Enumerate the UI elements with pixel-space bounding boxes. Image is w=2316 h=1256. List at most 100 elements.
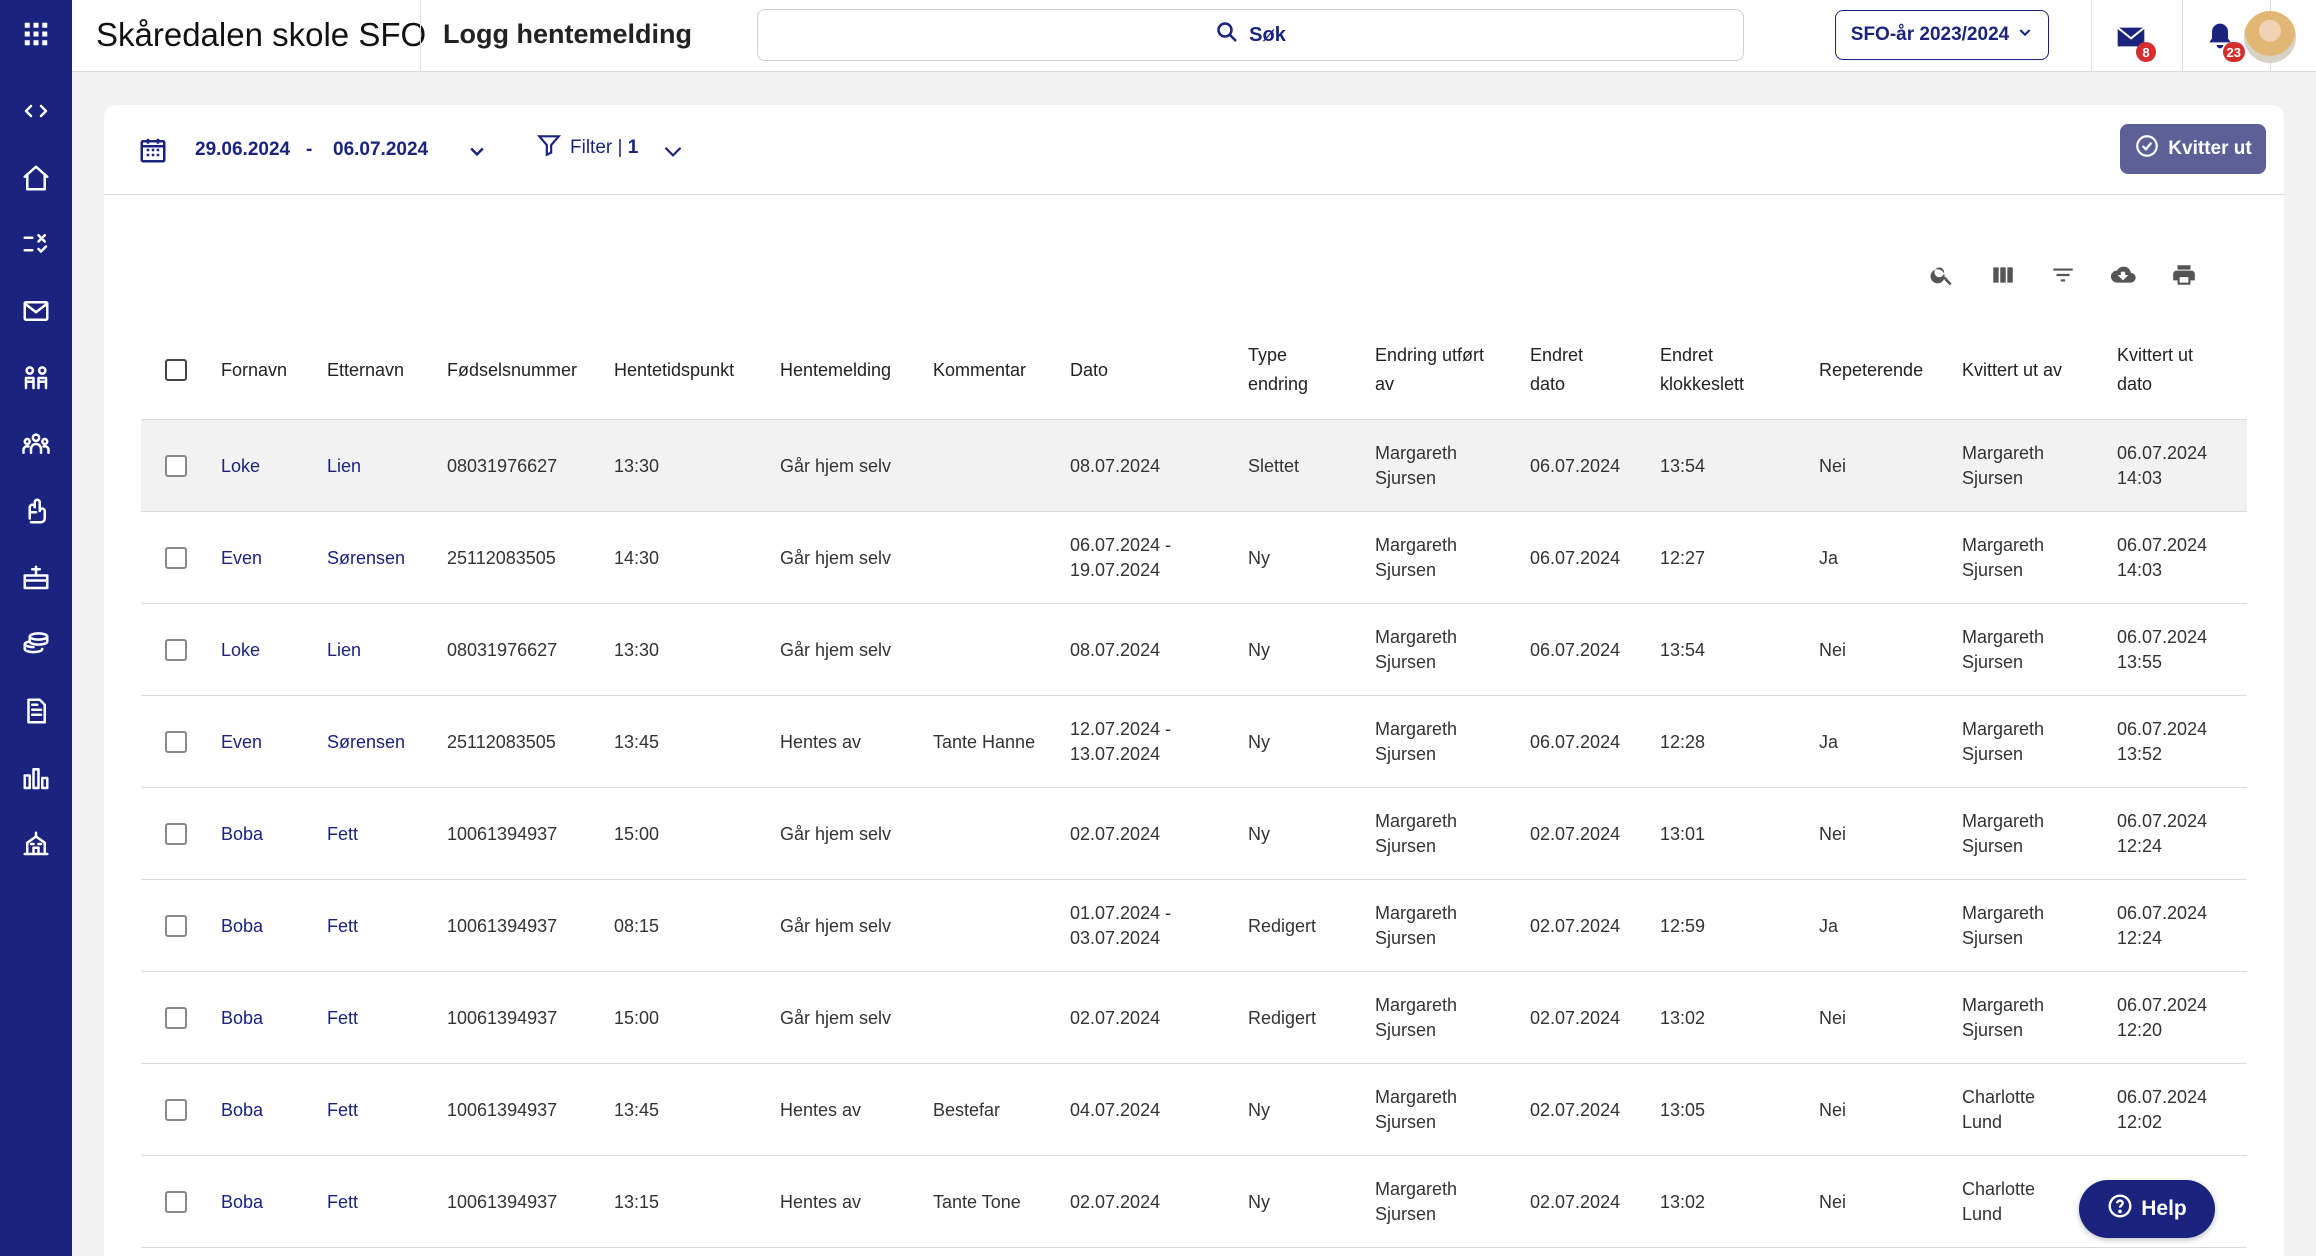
school-icon[interactable] (16, 824, 56, 864)
cell-fornavn[interactable]: Loke (221, 420, 311, 512)
cell-fornavn[interactable]: Boba (221, 1156, 311, 1248)
column-header[interactable]: Etternavn (327, 320, 404, 420)
cell-dato: 08.07.2024 (1070, 455, 1161, 476)
table-row[interactable]: Boba Fett 10061394937 13:45 Hentes av Bestefa… (141, 1064, 2247, 1156)
row-checkbox[interactable] (165, 822, 187, 845)
cell-fornavn[interactable]: Boba (221, 788, 311, 880)
columns-icon[interactable] (1988, 260, 2018, 290)
column-header[interactable]: Kvittert ut dato (2117, 320, 2217, 420)
filter-list-icon[interactable] (2048, 260, 2078, 290)
cell-etternavn[interactable]: Lien (327, 604, 437, 696)
cell-etternavn[interactable]: Sørensen (327, 512, 437, 604)
row-checkbox[interactable] (165, 454, 187, 477)
cell-fornavn[interactable]: Even (221, 696, 311, 788)
checkout-button[interactable]: Kvitter ut (2120, 124, 2266, 174)
messages-button[interactable]: 8 (2110, 16, 2156, 62)
filter-button[interactable]: Filter | 1 (536, 133, 682, 163)
row-checkbox[interactable] (165, 546, 187, 569)
cell-fornavn[interactable]: Loke (221, 604, 311, 696)
cell-fornavn[interactable]: Boba (221, 880, 311, 972)
column-header[interactable]: Endret klokkeslett (1660, 320, 1760, 420)
chevron-down-icon[interactable] (467, 141, 487, 161)
cell-kvittert-dato: 06.07.2024 14:03 (2117, 535, 2208, 580)
cloud-download-icon[interactable] (2108, 260, 2138, 290)
table-row[interactable]: Boba Fett 10061394937 15:00 Går hjem selv 02.… (141, 788, 2247, 880)
cell-etternavn[interactable]: Fett (327, 1156, 437, 1248)
row-checkbox[interactable] (165, 914, 187, 937)
date-to[interactable]: 06.07.2024 (333, 139, 428, 161)
cell-tid: 15:00 (614, 823, 660, 844)
cell-fornavn[interactable]: Boba (221, 1064, 311, 1156)
cell-etternavn[interactable]: Fett (327, 972, 437, 1064)
statistics-icon[interactable] (16, 758, 56, 798)
table-row[interactable]: Even Sørensen 25112083505 14:30 Går hjem sel… (141, 512, 2247, 604)
payment-icon[interactable] (16, 624, 56, 664)
search-icon[interactable] (1927, 260, 1957, 290)
cell-kommentar (933, 972, 1053, 1064)
cell-kvittert-av: Margareth Sjursen (1962, 903, 2045, 948)
help-button[interactable]: Help (2079, 1180, 2215, 1238)
cell-dato: 06.07.2024 - 19.07.2024 (1070, 535, 1172, 580)
row-checkbox[interactable] (165, 730, 187, 753)
document-icon[interactable] (16, 691, 56, 731)
calendar-icon[interactable] (138, 135, 168, 165)
column-header[interactable]: Hentemelding (780, 320, 891, 420)
row-checkbox[interactable] (165, 1098, 187, 1121)
mail-icon[interactable] (16, 291, 56, 331)
cell-etternavn[interactable]: Sørensen (327, 696, 437, 788)
column-header[interactable]: Hentetidspunkt (614, 320, 734, 420)
column-header[interactable]: Fødselsnummer (447, 320, 577, 420)
cell-fornavn[interactable]: Boba (221, 972, 311, 1064)
cell-kvittert-av: Charlotte Lund (1962, 1179, 2036, 1224)
table-row[interactable]: Loke Lien 08031976627 13:30 Går hjem selv 08.… (141, 604, 2247, 696)
avatar[interactable] (2244, 11, 2296, 63)
cell-etternavn[interactable]: Fett (327, 788, 437, 880)
cell-etternavn[interactable]: Fett (327, 880, 437, 972)
date-from[interactable]: 29.06.2024 (195, 139, 290, 161)
cell-dato: 01.07.2024 - 03.07.2024 (1070, 903, 1172, 948)
home-icon[interactable] (16, 158, 56, 198)
table-row[interactable]: Even Sørensen 25112083505 13:45 Hentes av Tan… (141, 696, 2247, 788)
cell-dato: 12.07.2024 - 13.07.2024 (1070, 719, 1172, 764)
column-header[interactable]: Fornavn (221, 320, 287, 420)
row-checkbox[interactable] (165, 1190, 187, 1213)
column-header[interactable]: Repeterende (1819, 320, 1923, 420)
collapse-toggle-icon[interactable] (16, 91, 56, 131)
column-header[interactable]: Kvittert ut av (1962, 320, 2062, 420)
tasks-icon[interactable] (16, 224, 56, 264)
cell-melding: Hentes av (780, 731, 862, 752)
cell-endret-kl: 12:59 (1660, 915, 1706, 936)
column-header[interactable]: Endret dato (1530, 320, 1610, 420)
table-row[interactable]: Boba Fett 10061394937 13:15 Hentes av Tante T… (141, 1156, 2247, 1248)
activity-icon[interactable] (16, 491, 56, 531)
cell-endret-dato: 02.07.2024 (1530, 1191, 1621, 1212)
cell-endret-dato: 06.07.2024 (1530, 455, 1621, 476)
row-checkbox[interactable] (165, 638, 187, 661)
apps-grid-icon[interactable] (16, 14, 56, 54)
cell-kvittert-av: Margareth Sjursen (1962, 719, 2045, 764)
cell-melding: Går hjem selv (780, 823, 892, 844)
cell-etternavn[interactable]: Fett (327, 1064, 437, 1156)
column-header[interactable]: Dato (1070, 320, 1108, 420)
column-header[interactable]: Type endring (1248, 320, 1328, 420)
print-icon[interactable] (2169, 260, 2199, 290)
table-row[interactable]: Boba Fett 10061394937 08:15 Går hjem selv 01.… (141, 880, 2247, 972)
column-header[interactable]: Endring utført av (1375, 320, 1505, 420)
notifications-button[interactable]: 23 (2199, 16, 2245, 62)
children-icon[interactable] (16, 358, 56, 398)
cell-dato: 02.07.2024 (1070, 1191, 1161, 1212)
groups-icon[interactable] (16, 424, 56, 464)
table-row[interactable]: Loke Lien 08031976627 13:30 Går hjem selv 08.… (141, 420, 2247, 512)
cell-fornavn[interactable]: Even (221, 512, 311, 604)
select-all-checkbox[interactable] (165, 358, 187, 381)
year-select[interactable]: SFO-år 2023/2024 (1835, 10, 2049, 60)
column-header[interactable]: Kommentar (933, 320, 1026, 420)
table-row[interactable]: Boba Fett 10061394937 15:00 Går hjem selv 02.… (141, 972, 2247, 1064)
help-label: Help (2141, 1197, 2187, 1220)
search-input[interactable]: Søk (757, 9, 1744, 61)
cell-melding: Hentes av (780, 1191, 862, 1212)
row-checkbox[interactable] (165, 1006, 187, 1029)
cell-etternavn[interactable]: Lien (327, 420, 437, 512)
cell-rep: Nei (1819, 639, 1847, 660)
staff-icon[interactable] (16, 558, 56, 598)
